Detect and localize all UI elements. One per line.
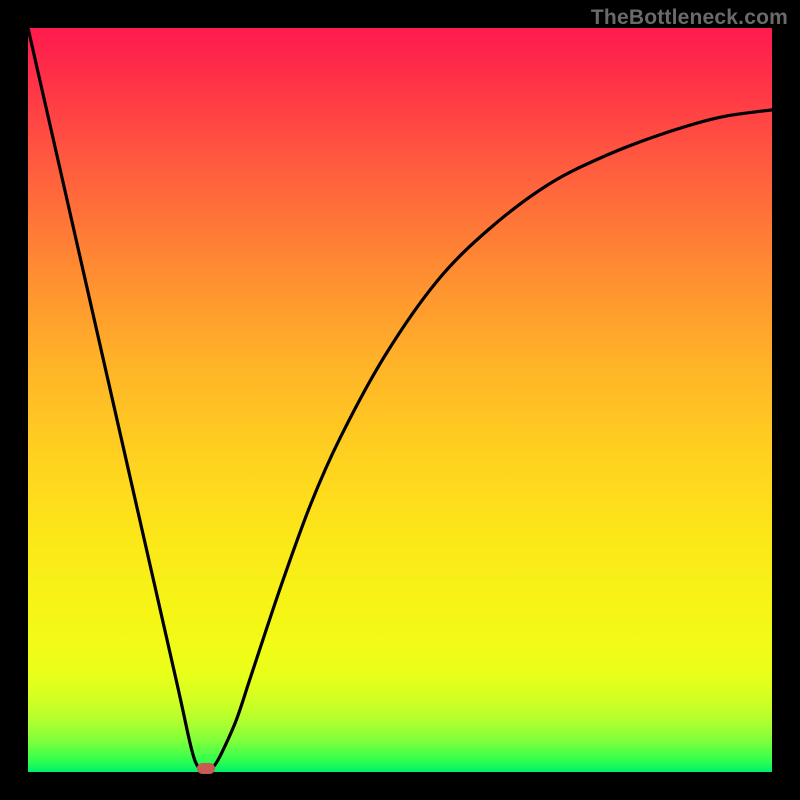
attribution-text: TheBottleneck.com [591,6,788,30]
chart-frame: TheBottleneck.com [0,0,800,800]
bottleneck-curve [28,28,772,772]
optimal-marker [197,763,215,774]
plot-area [28,28,772,772]
